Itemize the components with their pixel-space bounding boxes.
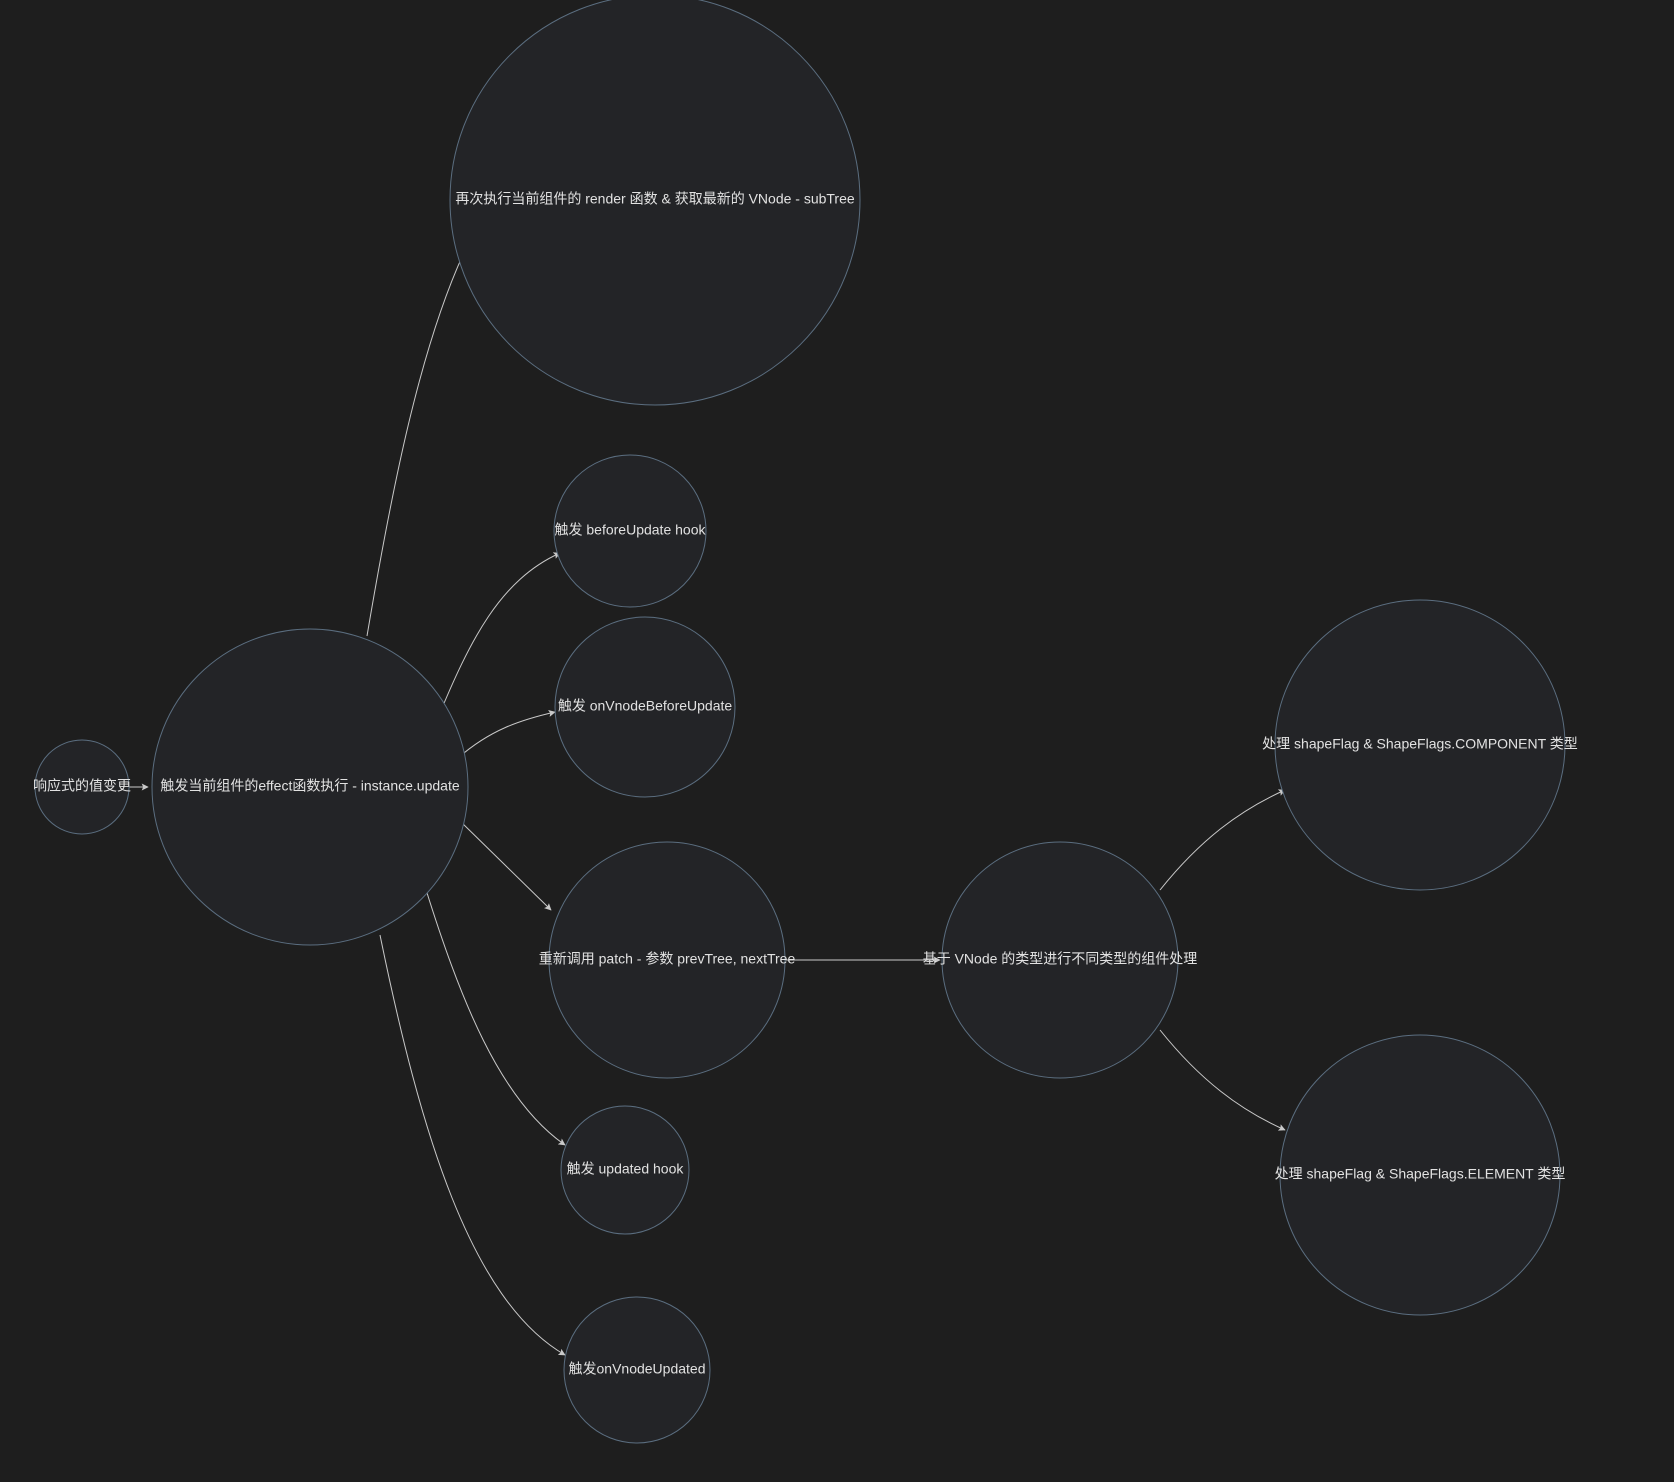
node-vnodeupdated[interactable]: 触发onVnodeUpdated — [564, 1297, 710, 1443]
node-vnodebefore[interactable]: 触发 onVnodeBeforeUpdate — [555, 617, 735, 797]
diagram-canvas[interactable]: 响应式的值变更 触发当前组件的effect函数执行 - instance.upd… — [0, 0, 1674, 1482]
node-vnodebefore-label: 触发 onVnodeBeforeUpdate — [558, 698, 733, 714]
edge-effect-to-rerender — [367, 240, 470, 636]
node-root[interactable]: 响应式的值变更 — [33, 740, 131, 834]
edge-effect-to-updated — [423, 880, 565, 1145]
node-elementflag[interactable]: 处理 shapeFlag & ShapeFlags.ELEMENT 类型 — [1275, 1035, 1566, 1315]
node-updatedhook-label: 触发 updated hook — [567, 1161, 685, 1177]
edge-effect-to-beforeupdate — [437, 553, 560, 720]
node-vnodeupdated-label: 触发onVnodeUpdated — [569, 1361, 706, 1377]
edge-type-to-component — [1160, 790, 1285, 890]
node-effect[interactable]: 触发当前组件的effect函数执行 - instance.update — [152, 629, 468, 945]
node-typedispatch[interactable]: 基于 VNode 的类型进行不同类型的组件处理 — [923, 842, 1198, 1078]
node-componentflag[interactable]: 处理 shapeFlag & ShapeFlags.COMPONENT 类型 — [1262, 600, 1578, 890]
edge-effect-to-vnodeupdated — [380, 935, 565, 1355]
node-root-label: 响应式的值变更 — [33, 778, 131, 794]
node-typedispatch-label: 基于 VNode 的类型进行不同类型的组件处理 — [923, 951, 1198, 967]
node-rerender[interactable]: 再次执行当前组件的 render 函数 & 获取最新的 VNode - subT… — [450, 0, 860, 405]
node-rerender-label: 再次执行当前组件的 render 函数 & 获取最新的 VNode - subT… — [455, 191, 855, 207]
node-effect-label: 触发当前组件的effect函数执行 - instance.update — [160, 778, 459, 794]
node-elementflag-label: 处理 shapeFlag & ShapeFlags.ELEMENT 类型 — [1275, 1166, 1566, 1182]
node-componentflag-label: 处理 shapeFlag & ShapeFlags.COMPONENT 类型 — [1262, 736, 1578, 752]
node-patch-label: 重新调用 patch - 参数 prevTree, nextTree — [539, 951, 796, 967]
node-beforeupdate-label: 触发 beforeUpdate hook — [555, 522, 707, 538]
node-updatedhook[interactable]: 触发 updated hook — [561, 1106, 689, 1234]
node-patch[interactable]: 重新调用 patch - 参数 prevTree, nextTree — [539, 842, 796, 1078]
edge-effect-to-vnodebefore — [458, 712, 555, 758]
edge-type-to-element — [1160, 1030, 1285, 1130]
node-beforeupdate[interactable]: 触发 beforeUpdate hook — [554, 455, 706, 607]
edge-effect-to-patch — [459, 820, 551, 910]
